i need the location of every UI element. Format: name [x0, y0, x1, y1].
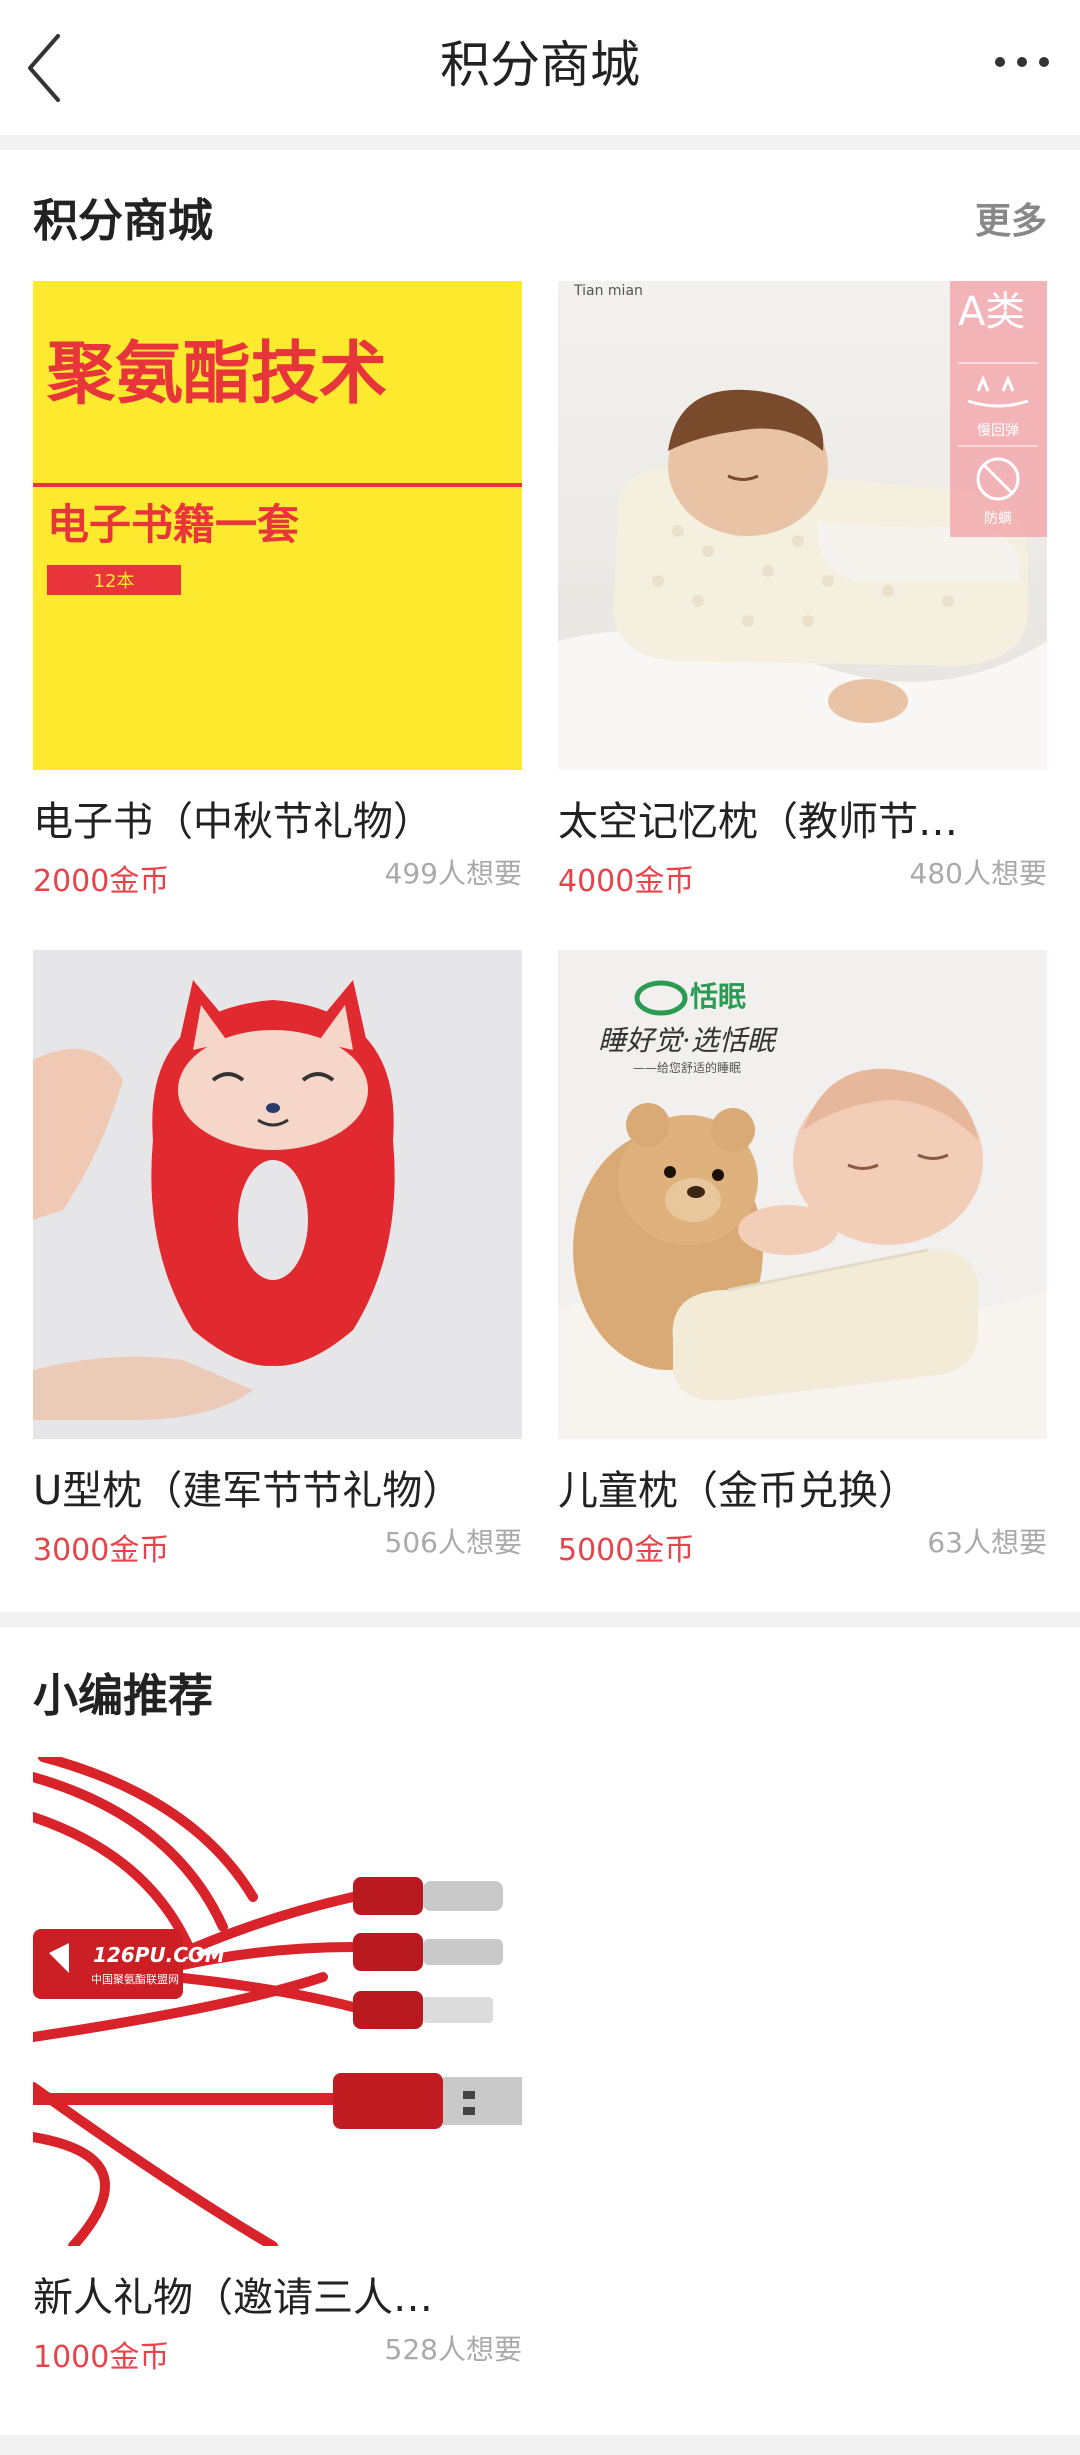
badge-2: 防螨: [984, 511, 1012, 527]
product-price: 3000金币: [33, 1533, 170, 1568]
brand-text: Tian mian: [573, 283, 643, 299]
ebook-subline: 电子书籍一套: [47, 500, 299, 549]
section-divider: [0, 1612, 1080, 1627]
product-wants: 499人想要: [384, 857, 522, 890]
product-image-ebook[interactable]: 聚氨酯技术 电子书籍一套 12本: [33, 281, 522, 770]
ebook-headline: 聚氨酯技术: [46, 335, 387, 414]
section-divider: [0, 135, 1080, 150]
product-card-u-pillow[interactable]: U型枕（建军节节礼物） 3000金币 506人想要: [33, 950, 522, 1571]
product-card-cable[interactable]: 126PU.COM 中国聚氨酯联盟网 新人礼物（邀请三人… 1000金币 528…: [33, 1757, 522, 2378]
slogan: 睡好觉·选恬眠: [598, 1024, 779, 1057]
product-name: U型枕（建军节节礼物）: [33, 1468, 463, 1514]
badge-1: 慢回弹: [977, 422, 1019, 439]
brand-logo: 恬眠: [690, 980, 746, 1013]
badge-grade: A类: [958, 289, 1025, 335]
product-price: 5000金币: [558, 1533, 695, 1568]
product-card-kids-pillow[interactable]: 恬眠 睡好觉·选恬眠 ——给您舒适的睡眠 儿童枕（金币兑换） 5000金币 63…: [558, 950, 1047, 1571]
product-card-ebook[interactable]: 聚氨酯技术 电子书籍一套 12本 电子书（中秋节礼物） 2000金币 499人想…: [33, 281, 522, 902]
product-price: 1000金币: [33, 2340, 170, 2375]
more-link[interactable]: 更多: [975, 192, 1047, 244]
sub-slogan: ——给您舒适的睡眠: [633, 1060, 741, 1075]
product-image-u-pillow[interactable]: [33, 950, 522, 1439]
product-wants: 506人想要: [384, 1526, 522, 1559]
product-name: 太空记忆枕（教师节…: [558, 799, 958, 845]
points-mall-section: 积分商城 更多 聚氨酯技术 电子书籍一套 12本 电子书（中秋节礼物） 2000…: [0, 150, 1080, 1612]
product-name: 电子书（中秋节礼物）: [33, 799, 433, 845]
product-image-memory-pillow[interactable]: Tian mian A类 慢回弹 防螨: [558, 281, 1047, 770]
ellipsis-icon[interactable]: [994, 52, 1050, 72]
section-title: 小编推荐: [33, 1669, 214, 1722]
product-wants: 63人想要: [927, 1526, 1047, 1559]
editor-recommend-section: 小编推荐 126PU.COM 中国聚氨酯联盟网 新人礼物（邀请三人… 1000金…: [0, 1627, 1080, 2435]
ebook-tag: 12本: [94, 571, 135, 592]
page-title: 积分商城: [440, 36, 640, 94]
section-divider: [0, 2435, 1080, 2450]
cable-logo: 126PU.COM: [93, 1943, 225, 1967]
section-title: 积分商城: [33, 194, 214, 247]
product-wants: 528人想要: [384, 2333, 522, 2366]
product-price: 2000金币: [33, 864, 170, 899]
product-name: 儿童枕（金币兑换）: [558, 1468, 918, 1514]
product-card-memory-pillow[interactable]: Tian mian A类 慢回弹 防螨 太空记忆枕（教师节… 4000金币 48…: [558, 281, 1047, 902]
cable-logo-sub: 中国聚氨酯联盟网: [91, 1973, 179, 1986]
product-wants: 480人想要: [909, 857, 1047, 890]
navigation-bar: 积分商城: [0, 0, 1080, 135]
product-name: 新人礼物（邀请三人…: [33, 2275, 433, 2321]
product-price: 4000金币: [558, 864, 695, 899]
product-image-kids-pillow[interactable]: 恬眠 睡好觉·选恬眠 ——给您舒适的睡眠: [558, 950, 1047, 1439]
product-image-cable[interactable]: 126PU.COM 中国聚氨酯联盟网: [33, 1757, 522, 2246]
